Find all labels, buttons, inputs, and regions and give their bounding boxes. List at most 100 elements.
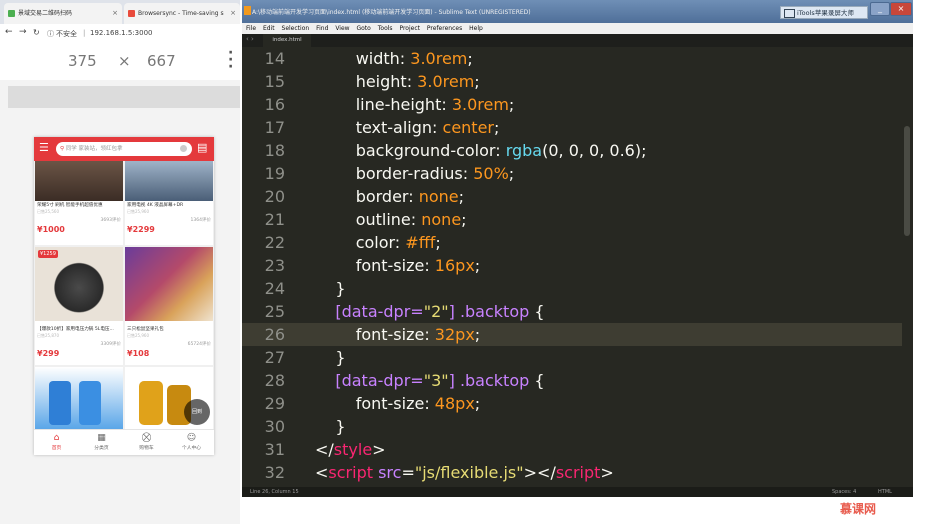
code-token: ; [508, 95, 515, 114]
line-number: 22 [264, 233, 285, 252]
product-card[interactable]: 荣耀5寸 刷机 智能手机超值优惠 已售25,560 ¥1000 3693评价 [35, 161, 123, 245]
product-grid: 荣耀5寸 刷机 智能手机超值优惠 已售25,560 ¥1000 3693评价 家… [34, 161, 214, 429]
close-tab-icon[interactable]: × [230, 3, 236, 24]
tab-nav-arrows-icon[interactable]: ‹ › [246, 35, 254, 43]
code-line[interactable]: 19 border-radius: 50%; [242, 162, 902, 185]
tab-home[interactable]: ⌂ 首页 [34, 432, 79, 451]
tab-profile[interactable]: ☺ 个人中心 [169, 432, 214, 451]
category-icon[interactable]: ☰ [39, 141, 49, 154]
code-line[interactable]: 27 } [242, 346, 902, 369]
url-input[interactable]: 192.168.1.5:3000 [90, 29, 152, 37]
code-line[interactable]: 20 border: none; [242, 185, 902, 208]
code-token: border-radius: [315, 164, 474, 183]
menu-help[interactable]: Help [469, 25, 483, 32]
code-token: 50% [473, 164, 509, 183]
line-number: 31 [264, 440, 285, 459]
menu-project[interactable]: Project [399, 25, 420, 32]
code-line[interactable]: 29 font-size: 48px; [242, 392, 902, 415]
viewport-height[interactable]: 667 [147, 52, 176, 70]
menu-edit[interactable]: Edit [263, 25, 275, 32]
code-text: border: none; [315, 185, 464, 208]
editor-status-bar: Line 26, Column 15 Spaces: 4 HTML [242, 487, 913, 497]
code-line[interactable]: 30 } [242, 415, 902, 438]
code-token: { [529, 302, 545, 321]
browser-tab-1[interactable]: 景域交易二维码扫码 × [4, 3, 122, 24]
menu-goto[interactable]: Goto [356, 25, 370, 32]
more-options-icon[interactable]: · · · [228, 46, 233, 74]
line-number: 32 [264, 463, 285, 482]
code-line[interactable]: 21 outline: none; [242, 208, 902, 231]
menu-selection[interactable]: Selection [282, 25, 310, 32]
back-to-top-button[interactable]: 回到 [184, 399, 210, 425]
product-card[interactable]: 三只松鼠坚果礼包 已售25,960 ¥108 65724评价 [125, 247, 213, 365]
code-token: } [315, 417, 346, 436]
code-line[interactable]: 18 background-color: rgba(0, 0, 0, 0.6); [242, 139, 902, 162]
code-line[interactable]: 22 color: #fff; [242, 231, 902, 254]
product-card[interactable]: ¥1259 【爆款10折】家用电压力锅 5L电压... 已售25,870 ¥29… [35, 247, 123, 365]
tab-category[interactable]: ▦ 分类页 [79, 432, 124, 451]
code-text: } [315, 277, 346, 300]
code-line[interactable]: 24 } [242, 277, 902, 300]
menu-tools[interactable]: Tools [378, 25, 393, 32]
minimize-icon[interactable]: _ [870, 2, 890, 16]
code-line[interactable]: 28 [data-dpr="3"] .backtop { [242, 369, 902, 392]
tab-favicon-icon [128, 10, 135, 17]
browser-tab-2[interactable]: Browsersync - Time-saving s × [124, 3, 240, 24]
code-text: [data-dpr="3"] .backtop { [315, 369, 544, 392]
code-area[interactable]: 14 width: 3.0rem; 15 height: 3.0rem; 16 li… [242, 47, 902, 487]
browser-tab-title: Browsersync - Time-saving s [138, 10, 224, 17]
line-number: 25 [264, 302, 285, 321]
code-token: } [315, 279, 346, 298]
camera-icon[interactable] [180, 145, 187, 152]
product-subtitle: 已售25,870 [37, 333, 59, 338]
code-line[interactable]: 31 </style> [242, 438, 902, 461]
status-indentation[interactable]: Spaces: 4 [832, 487, 856, 497]
file-tab[interactable]: index.html [263, 34, 311, 47]
line-number: 26 [264, 325, 285, 344]
code-line-active[interactable]: 26 font-size: 32px; [242, 323, 902, 346]
code-text: } [315, 346, 345, 369]
code-line[interactable]: 16 line-height: 3.0rem; [242, 93, 902, 116]
reload-icon[interactable]: ↻ [33, 28, 40, 37]
product-price: ¥108 [127, 349, 150, 358]
code-token: #fff [405, 233, 436, 252]
code-line[interactable]: 25 [data-dpr="2"] .backtop { [242, 300, 902, 323]
menu-view[interactable]: View [335, 25, 349, 32]
code-text: color: #fff; [315, 231, 441, 254]
line-number: 27 [264, 348, 285, 367]
close-tab-icon[interactable]: × [112, 3, 118, 24]
code-token: 3.0rem [451, 95, 509, 114]
browser-tab-title: 景域交易二维码扫码 [18, 10, 73, 17]
product-card[interactable]: 家用电视 4K 液晶屏幕+DR 已售25,960 ¥2299 1364评价 [125, 161, 213, 245]
back-arrow-icon[interactable]: ← [5, 27, 13, 37]
code-text: border-radius: 50%; [315, 162, 514, 185]
message-icon[interactable]: ▤ [197, 141, 207, 154]
menu-preferences[interactable]: Preferences [427, 25, 462, 32]
code-line[interactable]: 15 height: 3.0rem; [242, 70, 902, 93]
code-line[interactable]: 14 width: 3.0rem; [242, 47, 902, 70]
tab-label: 购物车 [139, 446, 154, 451]
forward-arrow-icon[interactable]: → [19, 27, 27, 37]
code-text: background-color: rgba(0, 0, 0, 0.6); [315, 139, 647, 162]
menu-file[interactable]: File [246, 25, 256, 32]
code-line[interactable]: 23 font-size: 16px; [242, 254, 902, 277]
code-text: } [315, 415, 346, 438]
close-icon[interactable]: × [890, 2, 912, 16]
code-token: text-align: [315, 118, 443, 137]
info-icon[interactable]: ⓘ [47, 29, 54, 39]
code-line[interactable]: 32 <script src="js/flexible.js"></script> [242, 461, 902, 484]
menu-find[interactable]: Find [316, 25, 328, 32]
tab-cart[interactable]: ⛒ 购物车 [124, 432, 169, 451]
product-card[interactable] [35, 367, 123, 429]
code-token: border: [315, 187, 419, 206]
code-token: (0, 0, 0, 0.6); [542, 141, 647, 160]
itools-recorder-button[interactable]: iTools苹果录屏大师 [780, 6, 868, 19]
product-title: 三只松鼠坚果礼包 [127, 327, 164, 332]
code-line[interactable]: 17 text-align: center; [242, 116, 902, 139]
status-syntax[interactable]: HTML [878, 487, 892, 497]
line-number: 24 [264, 279, 285, 298]
viewport-width[interactable]: 375 [68, 52, 97, 70]
vertical-scrollbar[interactable] [904, 126, 910, 236]
code-token: height: [315, 72, 418, 91]
mobile-search-input[interactable]: ⚲ 同学 家装站，领红包拿 [56, 142, 192, 156]
